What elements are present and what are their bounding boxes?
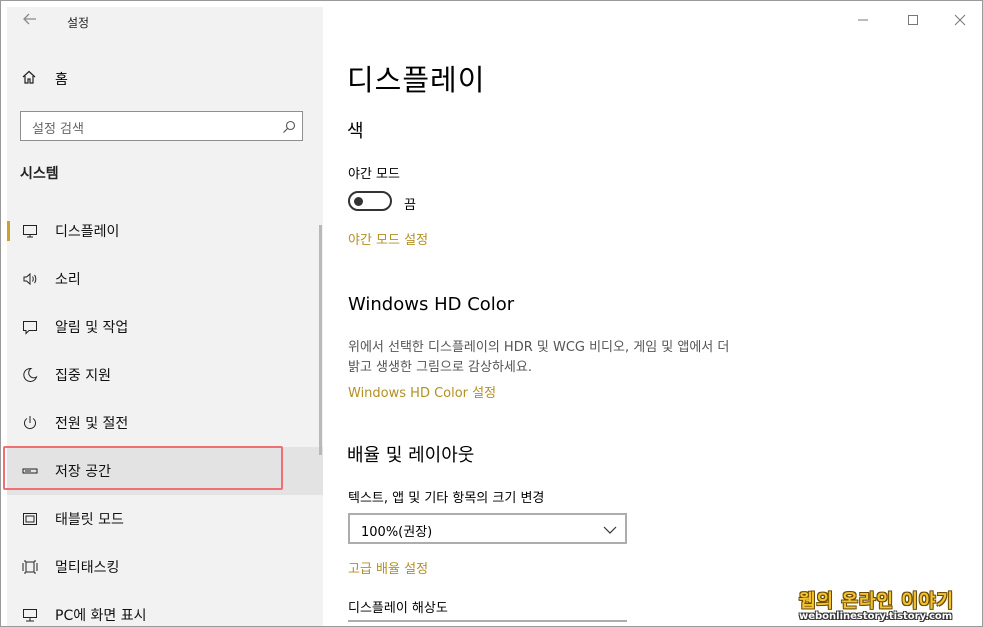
scale-value: 100%(권장) xyxy=(361,525,433,540)
search-input[interactable]: 설정 검색 xyxy=(20,111,303,141)
sidebar-item-label: 태블릿 모드 xyxy=(55,512,124,528)
resolution-dropdown[interactable] xyxy=(348,620,627,626)
settings-window: 설정 홈 설정 검색 시스템 디스플레이 소리 알림 및 작업 집중 지원 전원… xyxy=(0,0,983,627)
night-mode-toggle[interactable] xyxy=(348,191,392,211)
sidebar-item-tablet-mode[interactable]: 태블릿 모드 xyxy=(7,495,323,543)
multitask-icon xyxy=(21,558,39,576)
sidebar-nav: 디스플레이 소리 알림 및 작업 집중 지원 전원 및 절전 저장 공간 태블릿… xyxy=(7,207,323,626)
toggle-knob xyxy=(354,197,363,206)
sidebar-item-label: 디스플레이 xyxy=(55,224,120,240)
monitor-icon xyxy=(21,222,39,240)
search-icon[interactable] xyxy=(282,119,296,133)
sidebar-item-project[interactable]: PC에 화면 표시 xyxy=(7,591,323,626)
sidebar-item-label: 저장 공간 xyxy=(55,464,111,480)
watermark-title: 웹의 온라인 이야기 xyxy=(799,591,955,612)
scale-heading: 배율 및 레이아웃 xyxy=(347,445,475,466)
sidebar-scrollbar[interactable] xyxy=(319,225,322,455)
home-label: 홈 xyxy=(55,72,68,88)
close-icon[interactable] xyxy=(948,9,972,33)
speaker-icon xyxy=(21,270,39,288)
hd-desc-line2: 밝고 생생한 그림으로 감상하세요. xyxy=(348,360,532,375)
back-arrow-icon[interactable] xyxy=(19,11,41,33)
sidebar-item-label: 집중 지원 xyxy=(55,368,111,384)
sidebar-item-power[interactable]: 전원 및 절전 xyxy=(7,399,323,447)
tablet-icon xyxy=(21,510,39,528)
page-title: 디스플레이 xyxy=(347,63,486,97)
night-mode-settings-link[interactable]: 야간 모드 설정 xyxy=(348,229,428,248)
sidebar-item-label: 소리 xyxy=(55,272,81,288)
home-icon xyxy=(21,69,39,89)
storage-icon xyxy=(21,462,39,480)
sidebar-item-label: PC에 화면 표시 xyxy=(55,608,147,624)
color-heading: 색 xyxy=(347,121,364,142)
watermark: 웹의 온라인 이야기 webonlinestory.tistory.com xyxy=(797,587,973,625)
project-icon xyxy=(21,606,39,624)
sidebar-item-multitasking[interactable]: 멀티태스킹 xyxy=(7,543,323,591)
sidebar-item-focus-assist[interactable]: 집중 지원 xyxy=(7,351,323,399)
resolution-label: 디스플레이 해상도 xyxy=(348,601,448,616)
moon-icon xyxy=(21,366,39,384)
hd-desc-line1: 위에서 선택한 디스플레이의 HDR 및 WCG 비디오, 게임 및 앱에서 더 xyxy=(348,340,730,355)
search-placeholder: 설정 검색 xyxy=(32,122,84,137)
notification-icon xyxy=(21,318,39,336)
minimize-icon[interactable] xyxy=(851,9,875,33)
section-title: 시스템 xyxy=(20,166,59,182)
advanced-scaling-link[interactable]: 고급 배율 설정 xyxy=(348,558,428,577)
hd-color-description: 위에서 선택한 디스플레이의 HDR 및 WCG 비디오, 게임 및 앱에서 더… xyxy=(348,338,798,378)
maximize-icon[interactable] xyxy=(901,9,925,33)
chevron-down-icon xyxy=(603,522,617,536)
watermark-url: webonlinestory.tistory.com xyxy=(799,611,953,622)
power-icon xyxy=(21,414,39,432)
sidebar-item-sound[interactable]: 소리 xyxy=(7,255,323,303)
sidebar: 설정 홈 설정 검색 시스템 디스플레이 소리 알림 및 작업 집중 지원 전원… xyxy=(7,7,323,626)
sidebar-item-notifications[interactable]: 알림 및 작업 xyxy=(7,303,323,351)
hd-color-settings-link[interactable]: Windows HD Color 설정 xyxy=(348,382,496,401)
night-mode-state: 끔 xyxy=(404,198,416,213)
scale-dropdown[interactable]: 100%(권장) xyxy=(348,513,627,544)
sidebar-item-label: 전원 및 절전 xyxy=(55,416,129,432)
sidebar-item-display[interactable]: 디스플레이 xyxy=(7,207,323,255)
scale-label: 텍스트, 앱 및 기타 항목의 크기 변경 xyxy=(348,491,545,506)
hd-color-heading: Windows HD Color xyxy=(348,294,515,315)
sidebar-item-storage[interactable]: 저장 공간 xyxy=(7,447,323,495)
window-title: 설정 xyxy=(67,16,90,30)
sidebar-item-label: 알림 및 작업 xyxy=(55,320,129,336)
night-mode-label: 야간 모드 xyxy=(348,167,400,182)
sidebar-item-label: 멀티태스킹 xyxy=(55,560,120,576)
sidebar-home[interactable]: 홈 xyxy=(21,67,68,91)
